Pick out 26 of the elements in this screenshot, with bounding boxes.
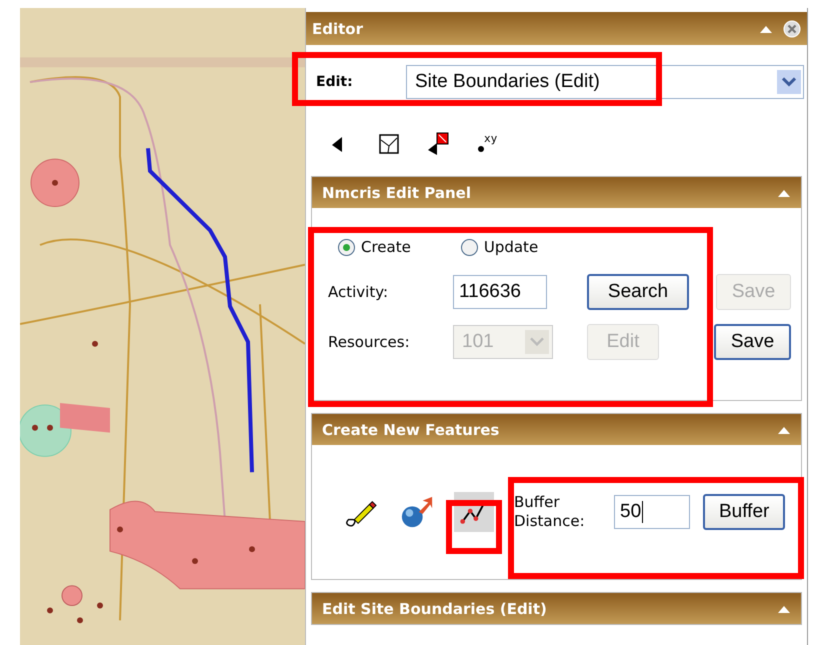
edit-label: Edit: [316, 74, 354, 90]
search-button[interactable]: Search [587, 274, 689, 310]
collapse-icon[interactable] [777, 188, 791, 198]
panel-title: Create New Features [322, 420, 500, 438]
vertex-square-icon[interactable] [377, 132, 401, 156]
panel-title: Nmcris Edit Panel [322, 184, 471, 202]
radio-option[interactable]: Create [338, 238, 411, 256]
activity-label: Activity: [328, 283, 390, 301]
collapse-icon[interactable] [759, 24, 773, 34]
pointer-square-icon[interactable] [426, 132, 450, 156]
chevron-icon [777, 70, 801, 94]
resources-label: Resources: [328, 333, 411, 351]
buffer-distance-label: Buffer Distance: [514, 493, 586, 531]
layer-dropdown[interactable]: Site Boundaries (Edit) [406, 65, 804, 99]
chevron-icon [525, 330, 549, 354]
save-button[interactable]: Save [714, 324, 791, 360]
buffer-distance-field[interactable]: 50 [614, 495, 690, 529]
collapse-icon[interactable] [777, 424, 791, 434]
collapse-icon[interactable] [777, 604, 791, 614]
highlight-frame [446, 500, 502, 554]
close-icon[interactable] [783, 20, 801, 38]
panel-title: Edit Site Boundaries (Edit) [322, 600, 547, 618]
buffer-button[interactable]: Buffer [703, 494, 786, 530]
activity-field[interactable]: 116636 [453, 275, 547, 309]
radio-option[interactable]: Update [460, 238, 538, 256]
panel-title: Editor [312, 20, 363, 38]
